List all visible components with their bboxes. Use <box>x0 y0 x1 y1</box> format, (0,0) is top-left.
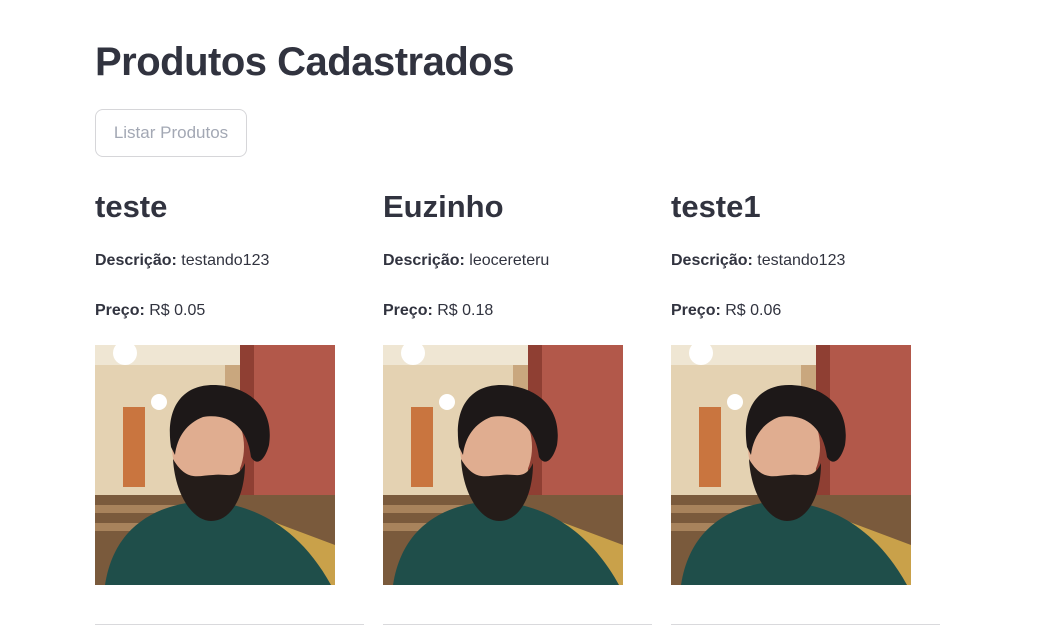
price-label: Preço: <box>671 302 721 319</box>
price-label: Preço: <box>383 302 433 319</box>
price-label: Preço: <box>95 302 145 319</box>
product-description: Descrição: leocereteru <box>383 250 653 272</box>
product-price: Preço: R$ 0.06 <box>671 300 941 322</box>
product-price: Preço: R$ 0.05 <box>95 300 365 322</box>
product-divider <box>671 624 940 625</box>
list-products-button[interactable]: Listar Produtos <box>95 109 247 157</box>
page-title: Produtos Cadastrados <box>95 40 514 84</box>
page: Produtos Cadastrados Listar Produtos tes… <box>0 0 1046 638</box>
product-photo <box>383 345 623 585</box>
price-value: R$ 0.06 <box>725 302 782 319</box>
product-description: Descrição: testando123 <box>671 250 941 272</box>
product-divider <box>95 624 364 625</box>
product-card: teste Descrição: testando123 Preço: R$ 0… <box>95 186 365 585</box>
price-value: R$ 0.18 <box>437 302 494 319</box>
price-value: R$ 0.05 <box>149 302 206 319</box>
description-label: Descrição: <box>95 252 177 269</box>
description-value: testando123 <box>181 252 270 269</box>
product-photo <box>671 345 911 585</box>
description-value: testando123 <box>757 252 846 269</box>
description-label: Descrição: <box>383 252 465 269</box>
description-label: Descrição: <box>671 252 753 269</box>
product-name: teste <box>95 189 168 224</box>
product-divider <box>383 624 652 625</box>
product-name: teste1 <box>671 189 761 224</box>
product-description: Descrição: testando123 <box>95 250 365 272</box>
product-price: Preço: R$ 0.18 <box>383 300 653 322</box>
description-value: leocereteru <box>469 252 550 269</box>
product-card: Euzinho Descrição: leocereteru Preço: R$… <box>383 186 653 585</box>
product-name: Euzinho <box>383 189 504 224</box>
product-card: teste1 Descrição: testando123 Preço: R$ … <box>671 186 941 585</box>
product-photo <box>95 345 335 585</box>
